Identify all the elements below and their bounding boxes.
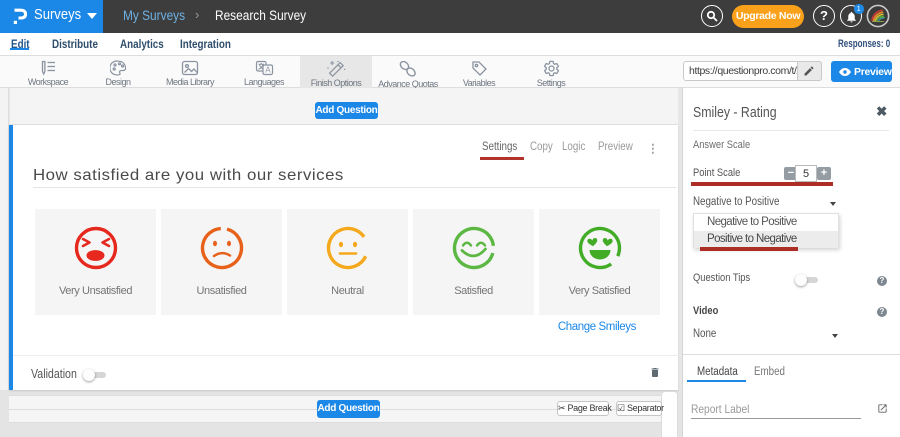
svg-text:A: A: [265, 66, 271, 75]
